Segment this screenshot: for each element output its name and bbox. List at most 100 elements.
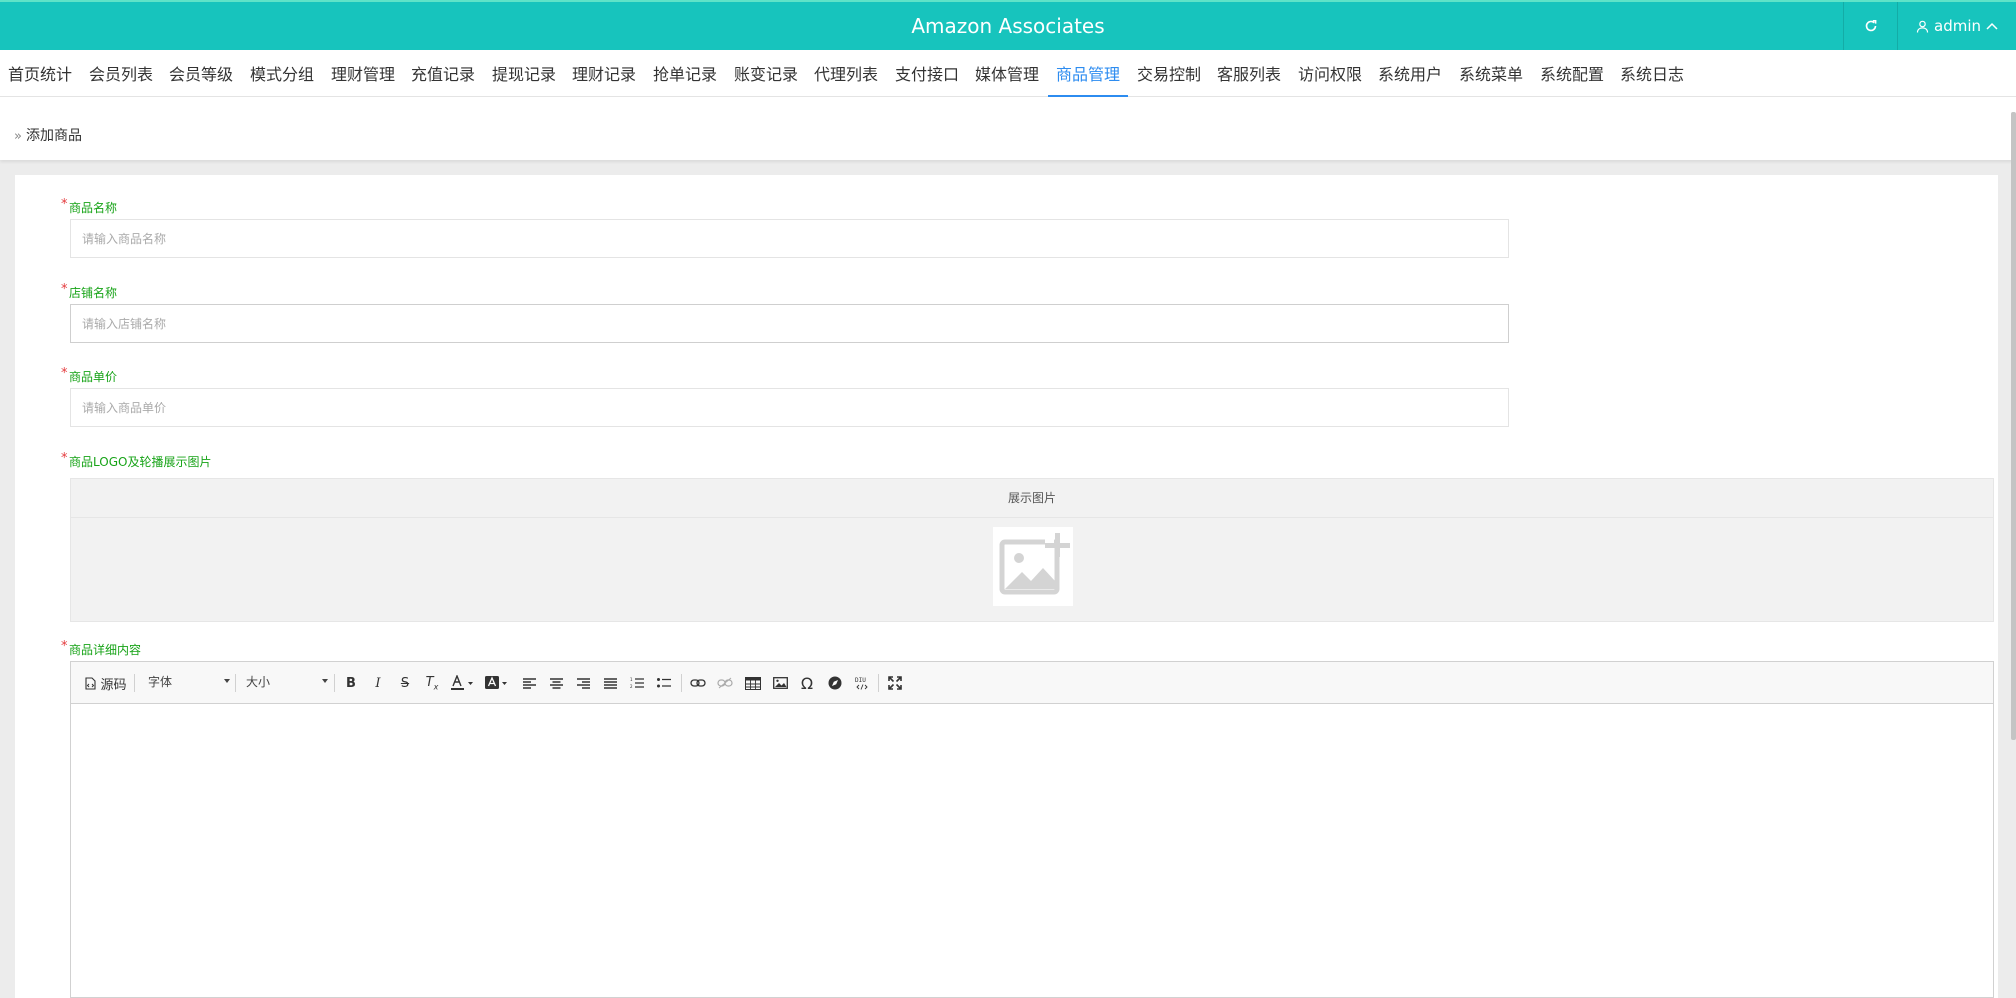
nav-item[interactable]: 客服列表	[1217, 50, 1281, 97]
media-button[interactable]	[825, 673, 845, 693]
caret-down-icon	[322, 679, 328, 683]
background-color-icon	[485, 676, 507, 689]
refresh-icon	[1865, 20, 1876, 32]
image-button[interactable]	[770, 673, 790, 693]
detail-label: * 商品详细内容	[61, 639, 142, 657]
toolbar-separator	[235, 674, 236, 692]
align-center-icon	[549, 677, 563, 689]
table-button[interactable]	[743, 673, 763, 693]
add-image-button[interactable]	[993, 527, 1073, 606]
background-color-button[interactable]	[483, 673, 511, 693]
page-scrollbar[interactable]	[2011, 112, 2016, 740]
nav-item[interactable]: 代理列表	[814, 50, 878, 97]
fullscreen-icon	[888, 676, 902, 690]
nav-item[interactable]: 媒体管理	[975, 50, 1039, 97]
nav-item[interactable]: 理财管理	[331, 50, 395, 97]
nav-item[interactable]: 提现记录	[492, 50, 556, 97]
shop-label: * 店铺名称	[61, 282, 118, 300]
nav-item[interactable]: 会员等级	[169, 50, 233, 97]
svg-text:1: 1	[630, 677, 633, 682]
breadcrumb-bar: » 添加商品	[0, 97, 2016, 160]
text-color-icon	[451, 675, 473, 690]
nav-item[interactable]: 系统日志	[1620, 50, 1684, 97]
nav-item[interactable]: 理财记录	[572, 50, 636, 97]
special-char-button[interactable]: Ω	[797, 673, 817, 693]
refresh-button[interactable]	[1843, 2, 1897, 50]
svg-text:2: 2	[630, 684, 633, 689]
italic-icon: I	[375, 675, 381, 691]
app-title: Amazon Associates	[911, 14, 1105, 38]
remove-format-button[interactable]: Tx	[422, 673, 442, 693]
required-mark: *	[61, 639, 68, 654]
price-input[interactable]	[70, 388, 1509, 427]
top-bar: Amazon Associates admin	[0, 0, 2016, 50]
editor-content-area[interactable]	[71, 704, 1993, 997]
name-label: * 商品名称	[61, 197, 118, 215]
source-icon	[85, 676, 97, 690]
user-name: admin	[1934, 17, 1981, 35]
required-mark: *	[61, 451, 68, 466]
align-right-button[interactable]	[573, 673, 593, 693]
numbered-list-button[interactable]: 12	[627, 673, 647, 693]
nav-item[interactable]: 访问权限	[1298, 50, 1362, 97]
table-icon	[745, 676, 761, 690]
nav-item[interactable]: 系统菜单	[1459, 50, 1523, 97]
align-center-button[interactable]	[546, 673, 566, 693]
toolbar-separator	[878, 674, 879, 692]
font-family-select[interactable]: 字体	[148, 671, 230, 693]
align-left-button[interactable]	[519, 673, 539, 693]
nav-item[interactable]: 账变记录	[734, 50, 798, 97]
rich-text-editor: 源码 字体 大小 B I S Tx 1 2 Ω DIU	[70, 661, 1994, 998]
bullet-list-icon	[657, 678, 671, 688]
image-icon	[772, 677, 788, 689]
nav-item[interactable]: 首页统计	[8, 50, 72, 97]
double-chevron-right-icon: »	[14, 129, 22, 144]
nav-item[interactable]: 充值记录	[411, 50, 475, 97]
editor-toolbar: 源码 字体 大小 B I S Tx 1 2 Ω DIU	[71, 662, 1993, 704]
align-right-icon	[576, 677, 590, 689]
toolbar-separator	[334, 674, 335, 692]
code-button[interactable]: DIU	[852, 673, 872, 693]
required-mark: *	[61, 366, 68, 381]
bold-button[interactable]: B	[341, 673, 361, 693]
bullet-list-button[interactable]	[654, 673, 674, 693]
nav-item[interactable]: 抢单记录	[653, 50, 717, 97]
compass-icon	[828, 676, 842, 690]
nav-item[interactable]: 系统配置	[1540, 50, 1604, 97]
strikethrough-button[interactable]: S	[395, 673, 415, 693]
caret-down-icon	[224, 679, 230, 683]
toolbar-separator	[681, 674, 682, 692]
required-mark: *	[61, 282, 68, 297]
text-color-button[interactable]	[449, 673, 477, 693]
breadcrumb-current: 添加商品	[25, 128, 82, 144]
justify-icon	[603, 677, 617, 689]
numbered-list-icon: 12	[630, 677, 644, 689]
remove-format-icon: Tx	[425, 674, 439, 692]
omega-icon: Ω	[800, 673, 814, 693]
font-size-select[interactable]: 大小	[246, 671, 328, 693]
nav-item[interactable]: 交易控制	[1137, 50, 1201, 97]
unlink-button[interactable]	[715, 673, 735, 693]
nav-item[interactable]: 系统用户	[1378, 50, 1442, 97]
fullscreen-button[interactable]	[885, 673, 905, 693]
nav-item[interactable]: 支付接口	[895, 50, 959, 97]
nav-item[interactable]: 商品管理	[1048, 50, 1129, 97]
italic-button[interactable]: I	[368, 673, 388, 693]
user-menu-button[interactable]: admin	[1897, 2, 2016, 50]
strikethrough-icon: S	[400, 675, 410, 691]
shop-name-input[interactable]	[70, 304, 1509, 343]
source-button[interactable]: 源码	[83, 673, 129, 693]
image-upload-area: 展示图片	[70, 478, 1994, 622]
product-name-input[interactable]	[70, 219, 1509, 258]
main-nav: 首页统计 会员列表 会员等级 模式分组 理财管理 充值记录 提现记录 理财记录 抢单记录 账变记录…	[0, 50, 2016, 97]
justify-button[interactable]	[600, 673, 620, 693]
nav-item[interactable]: 会员列表	[89, 50, 153, 97]
svg-text:DIU: DIU	[855, 677, 866, 684]
code-icon: DIU	[855, 677, 868, 690]
add-image-icon	[999, 533, 1070, 595]
unlink-icon	[717, 677, 733, 689]
form-panel: *商品名称 *店铺名称 *商品单价 *商品LOGO及轮播展示图片 展示图片 *商…	[15, 175, 1998, 998]
nav-item[interactable]: 模式分组	[250, 50, 314, 97]
logo-label: * 商品LOGO及轮播展示图片	[61, 451, 212, 469]
link-button[interactable]	[688, 673, 708, 693]
